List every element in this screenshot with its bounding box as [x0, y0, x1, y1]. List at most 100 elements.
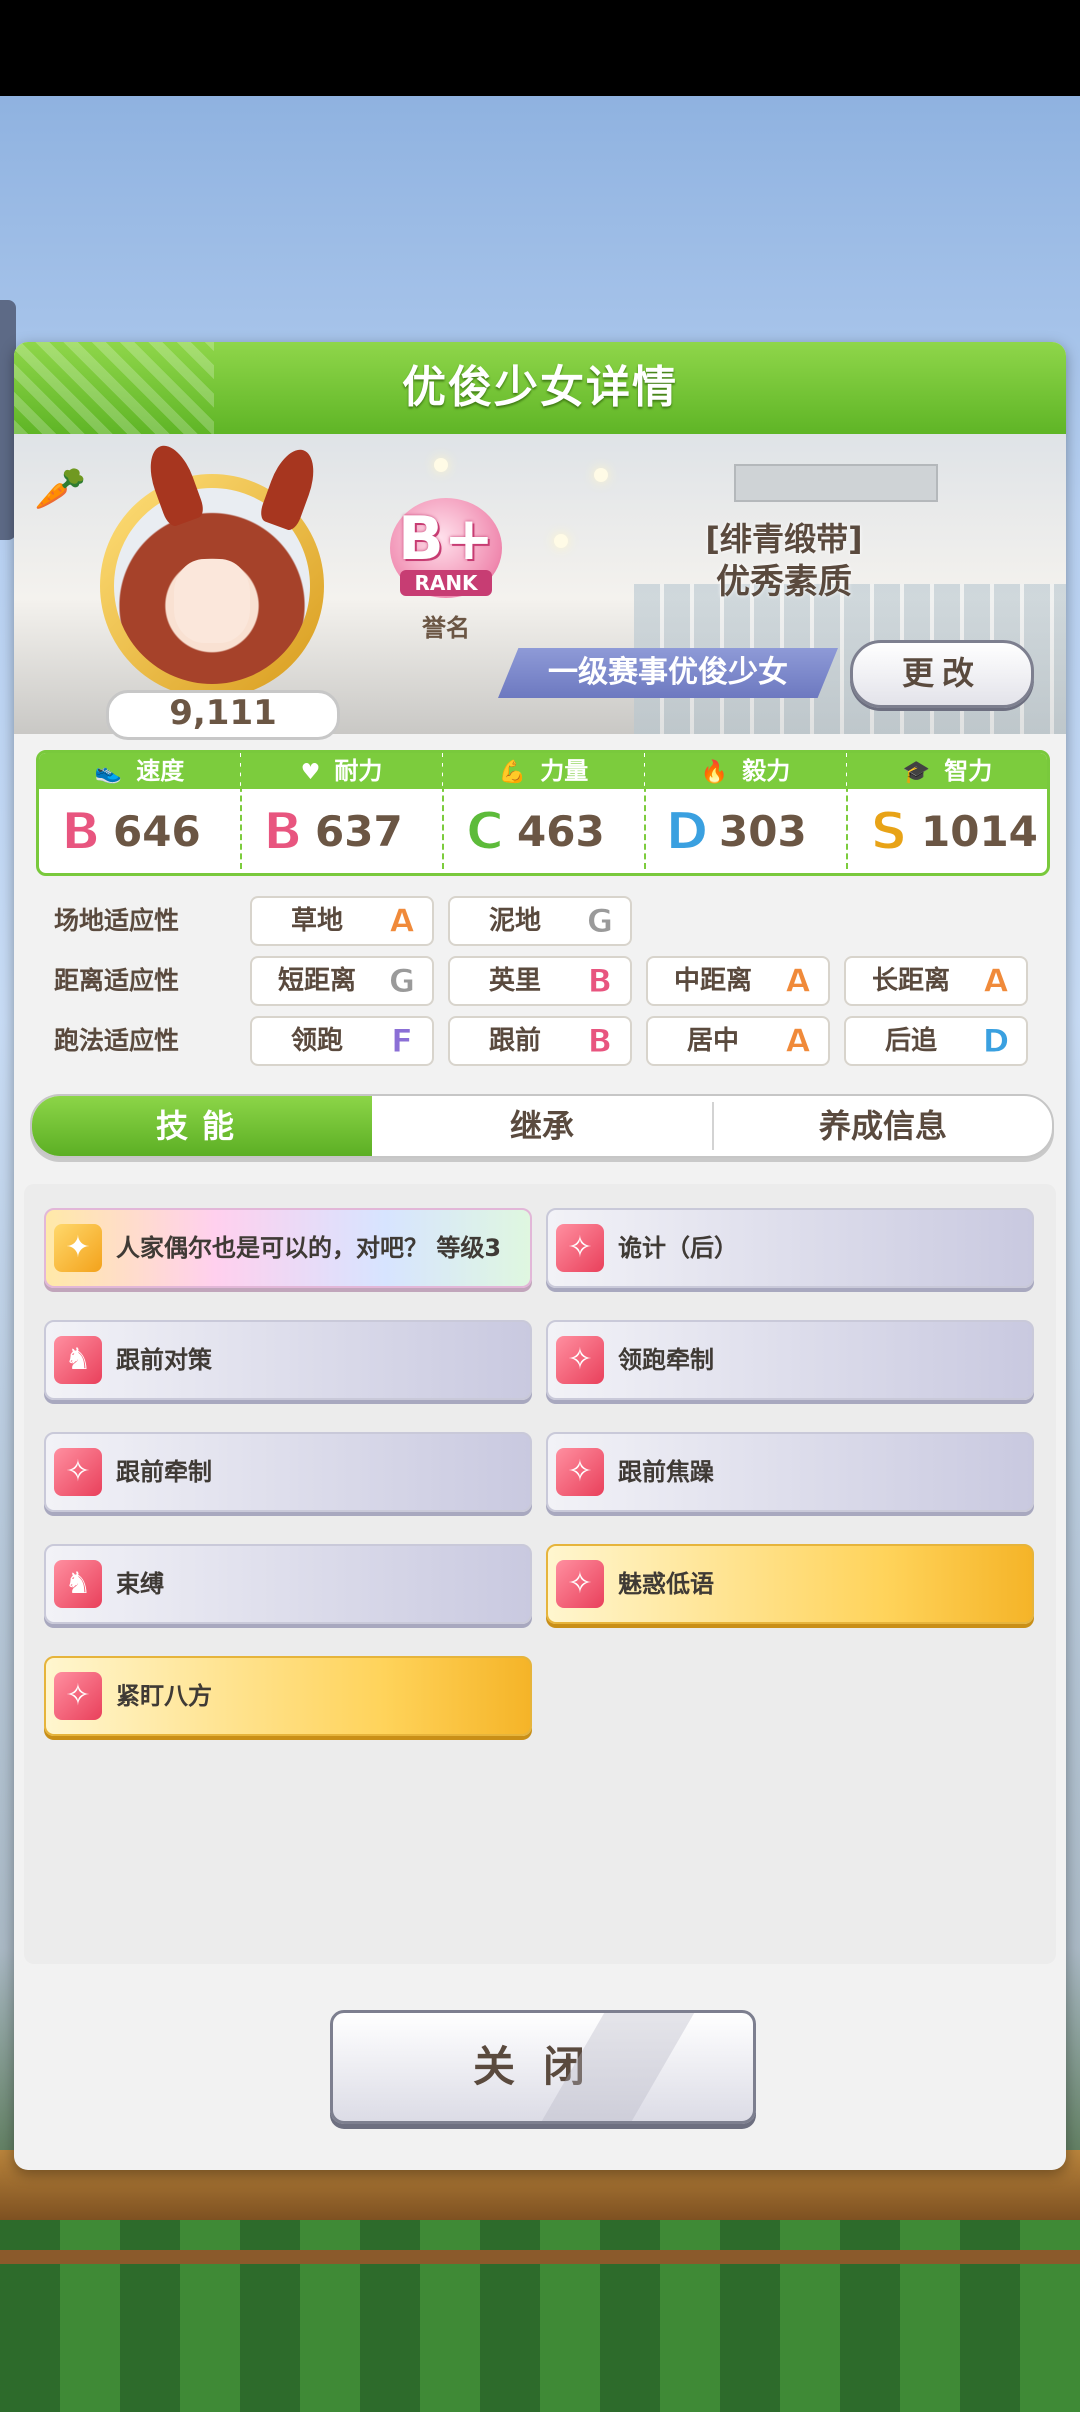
ceiling-vent — [734, 464, 938, 502]
detail-tabs: 技能 继承 养成信息 — [30, 1094, 1054, 1158]
debuff-sparkle-icon: ✧ — [556, 1560, 604, 1608]
skill-item[interactable]: ✦ 人家偶尔也是可以的，对吧？ 等级3 — [44, 1208, 532, 1288]
skill-item[interactable]: ✧ 领跑牵制 — [546, 1320, 1034, 1400]
rank-letter: B+ — [397, 504, 494, 574]
stat-header-guts: 🔥 毅力 — [645, 753, 846, 789]
aptitude-grade: A — [389, 902, 415, 941]
tab-inheritance[interactable]: 继承 — [372, 1096, 712, 1156]
skill-name: 魅惑低语 — [618, 1570, 714, 1598]
aptitude-item: 长距离 A — [844, 956, 1028, 1006]
stat-grade: D — [664, 802, 709, 862]
epithet-name: 优秀素质 — [716, 562, 852, 602]
stat-grade: B — [262, 802, 304, 862]
stats-table: 👟 速度 B 646 ♥ 耐力 B 637 💪 力量 C 463 🔥 毅力 D 303 🎓 智力 … — [36, 750, 1050, 876]
stat-grade: C — [465, 802, 505, 862]
tab-skills[interactable]: 技能 — [32, 1096, 372, 1156]
aptitude-row-distance: 距离适应性 短距离 G 英里 B 中距离 A 长距离 A — [54, 956, 1054, 1006]
ceiling-light — [594, 468, 608, 482]
character-detail-panel: 优俊少女详情 🥕 9,111 B+ RANK 誉名 [绯青缎带] 优秀素质 一级… — [14, 342, 1066, 2170]
aptitude-grade: A — [785, 1022, 811, 1061]
change-title-button[interactable]: 更改 — [850, 640, 1034, 708]
aptitude-item: 草地 A — [250, 896, 434, 946]
debuff-sparkle-icon: ✧ — [556, 1448, 604, 1496]
stat-grade: B — [60, 802, 102, 862]
stat-value: 646 — [113, 807, 201, 856]
debuff-sparkle-icon: ✧ — [556, 1336, 604, 1384]
aptitude-grade: G — [586, 902, 614, 941]
background-grass — [0, 2220, 1080, 2412]
shoe-icon: 👟 — [94, 760, 123, 785]
aptitude-item: 泥地 G — [448, 896, 632, 946]
stat-value: 637 — [315, 807, 403, 856]
debuff-sparkle-icon: ✧ — [54, 1448, 102, 1496]
aptitude-grade: F — [391, 1022, 414, 1061]
aptitude-item: 短距离 G — [250, 956, 434, 1006]
skill-item[interactable]: ✧ 诡计（后） — [546, 1208, 1034, 1288]
stat-value: 1014 — [921, 807, 1038, 856]
aptitude-label: 跑法适应性 — [54, 1026, 180, 1055]
tab-training-info[interactable]: 养成信息 — [714, 1096, 1052, 1156]
skill-item[interactable]: ✧ 跟前焦躁 — [546, 1432, 1034, 1512]
unique-skill-icon: ✦ — [54, 1224, 102, 1272]
stat-header-wisdom: 🎓 智力 — [847, 753, 1047, 789]
aptitude-item: 后追 D — [844, 1016, 1028, 1066]
rank-badge: B+ RANK — [390, 498, 502, 598]
horse-silhouette-icon: ♞ — [54, 1560, 102, 1608]
skill-item[interactable]: ✧ 紧盯八方 — [44, 1656, 532, 1736]
skill-item[interactable]: ✧ 跟前牵制 — [44, 1432, 532, 1512]
aptitude-item: 英里 B — [448, 956, 632, 1006]
muscle-icon: 💪 — [498, 760, 527, 785]
skill-name: 人家偶尔也是可以的，对吧？ 等级3 — [116, 1234, 502, 1262]
fan-count: 9,111 — [106, 690, 340, 740]
aptitude-row-track: 场地适应性 草地 A 泥地 G — [54, 896, 1054, 946]
skill-name: 诡计（后） — [618, 1234, 738, 1262]
stat-value: 463 — [517, 807, 605, 856]
ceiling-light — [554, 534, 568, 548]
close-button[interactable]: 关闭 — [330, 2010, 756, 2124]
flame-icon: 🔥 — [700, 760, 729, 785]
stat-header-speed: 👟 速度 — [39, 753, 240, 789]
skill-name: 跟前牵制 — [116, 1458, 212, 1486]
panel-header: 优俊少女详情 — [14, 342, 1066, 434]
aptitude-grade: A — [785, 962, 811, 1001]
stat-header-power: 💪 力量 — [443, 753, 644, 789]
graduation-cap-icon: 🎓 — [902, 760, 931, 785]
rank-label: RANK — [400, 570, 492, 596]
aptitude-grade: D — [982, 1022, 1010, 1061]
skill-name: 跟前焦躁 — [618, 1458, 714, 1486]
aptitude-item: 居中 A — [646, 1016, 830, 1066]
skill-item[interactable]: ♞ 跟前对策 — [44, 1320, 532, 1400]
aptitude-item: 跟前 B — [448, 1016, 632, 1066]
character-face — [174, 559, 250, 643]
skill-name: 束缚 — [116, 1570, 164, 1598]
aptitude-grade: B — [587, 1022, 613, 1061]
skill-name: 跟前对策 — [116, 1346, 212, 1374]
aptitude-label: 距离适应性 — [54, 966, 180, 995]
character-title-ribbon: 一级赛事优俊少女 — [498, 648, 838, 698]
ceiling-light — [434, 458, 448, 472]
aptitude-grade: B — [587, 962, 613, 1001]
aptitude-item: 中距离 A — [646, 956, 830, 1006]
debuff-sparkle-icon: ✧ — [54, 1672, 102, 1720]
aptitude-grade: A — [983, 962, 1009, 1001]
horse-silhouette-icon: ♞ — [54, 1336, 102, 1384]
panel-title: 优俊少女详情 — [402, 362, 678, 413]
character-hero: 🥕 9,111 B+ RANK 誉名 [绯青缎带] 优秀素质 一级赛事优俊少女 … — [14, 434, 1066, 740]
heart-icon: ♥ — [300, 760, 321, 785]
background-fence — [0, 2250, 1080, 2264]
stat-value: 303 — [719, 807, 807, 856]
aptitude-label: 场地适应性 — [54, 906, 180, 935]
stat-grade: S — [869, 802, 908, 862]
aptitude-row-style: 跑法适应性 领跑 F 跟前 B 居中 A 后追 D — [54, 1016, 1054, 1066]
stat-header-stamina: ♥ 耐力 — [241, 753, 442, 789]
debuff-sparkle-icon: ✧ — [556, 1224, 604, 1272]
carrot-icon[interactable]: 🥕 — [34, 464, 86, 514]
aptitude-grade: G — [388, 962, 416, 1001]
skill-name: 紧盯八方 — [116, 1682, 212, 1710]
status-bar — [0, 0, 1080, 96]
skill-list: ✦ 人家偶尔也是可以的，对吧？ 等级3 ✧ 诡计（后） ♞ 跟前对策 ✧ 领跑牵… — [24, 1184, 1056, 1964]
skill-item[interactable]: ✧ 魅惑低语 — [546, 1544, 1034, 1624]
skill-item[interactable]: ♞ 束缚 — [44, 1544, 532, 1624]
aptitude-item: 领跑 F — [250, 1016, 434, 1066]
rank-caption: 誉名 — [422, 614, 470, 642]
